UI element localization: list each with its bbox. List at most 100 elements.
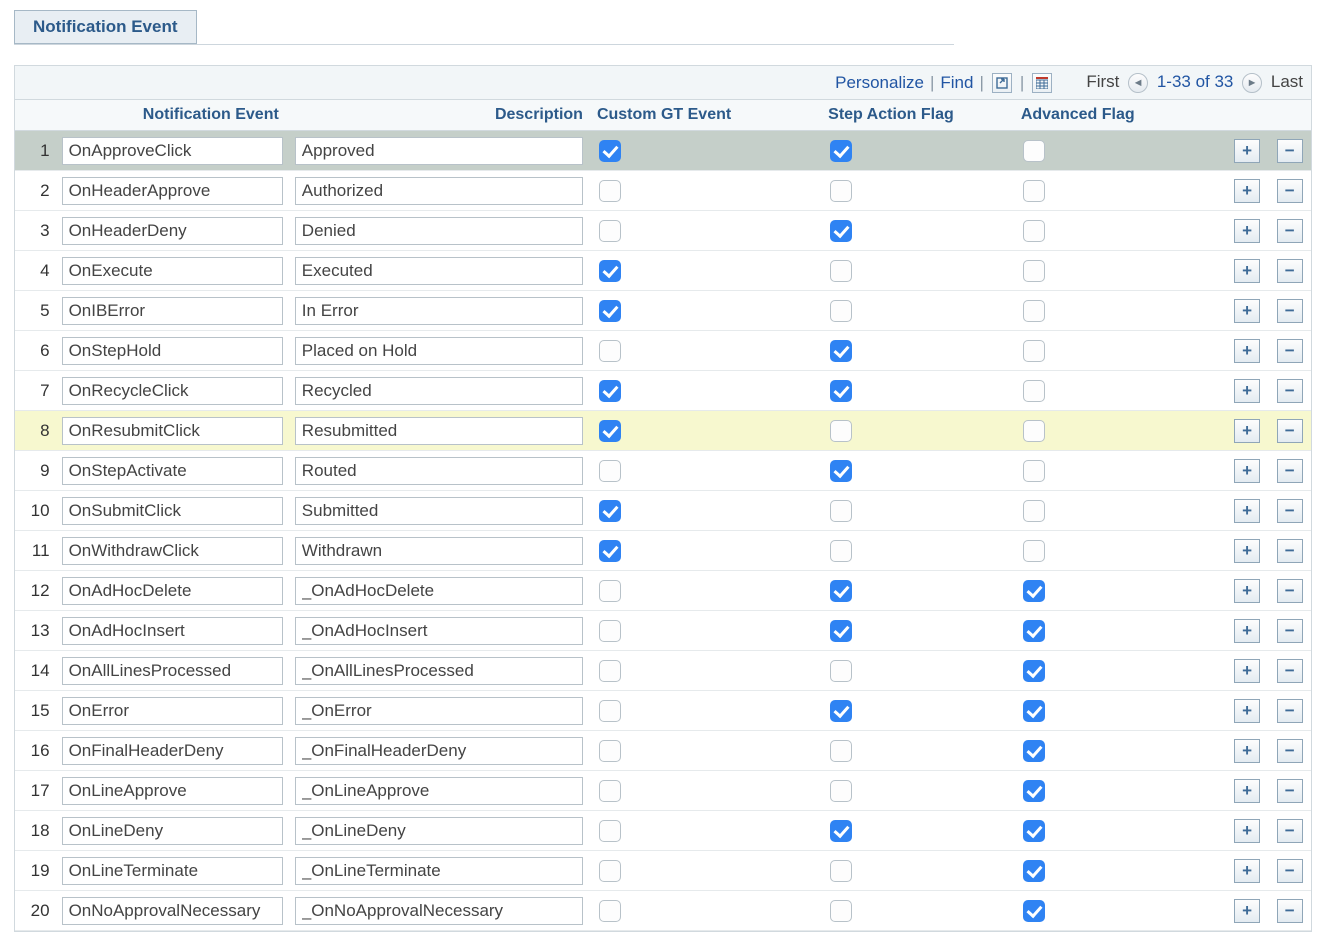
- step-action-checkbox[interactable]: [830, 260, 852, 282]
- custom-gt-checkbox[interactable]: [599, 420, 621, 442]
- description-input[interactable]: [295, 377, 583, 405]
- description-input[interactable]: [295, 817, 583, 845]
- custom-gt-checkbox[interactable]: [599, 220, 621, 242]
- custom-gt-checkbox[interactable]: [599, 260, 621, 282]
- nav-first[interactable]: First: [1086, 72, 1119, 91]
- description-input[interactable]: [295, 497, 583, 525]
- advanced-checkbox[interactable]: [1023, 780, 1045, 802]
- description-input[interactable]: [295, 137, 583, 165]
- description-input[interactable]: [295, 217, 583, 245]
- event-input[interactable]: [62, 337, 283, 365]
- step-action-checkbox[interactable]: [830, 580, 852, 602]
- delete-row-button[interactable]: −: [1277, 739, 1303, 763]
- advanced-checkbox[interactable]: [1023, 500, 1045, 522]
- custom-gt-checkbox[interactable]: [599, 660, 621, 682]
- advanced-checkbox[interactable]: [1023, 580, 1045, 602]
- add-row-button[interactable]: +: [1234, 659, 1260, 683]
- description-input[interactable]: [295, 297, 583, 325]
- custom-gt-checkbox[interactable]: [599, 820, 621, 842]
- add-row-button[interactable]: +: [1234, 259, 1260, 283]
- event-input[interactable]: [62, 777, 283, 805]
- step-action-checkbox[interactable]: [830, 740, 852, 762]
- event-input[interactable]: [62, 577, 283, 605]
- custom-gt-checkbox[interactable]: [599, 460, 621, 482]
- delete-row-button[interactable]: −: [1277, 579, 1303, 603]
- col-step-action[interactable]: Step Action Flag: [820, 100, 1013, 131]
- add-row-button[interactable]: +: [1234, 419, 1260, 443]
- description-input[interactable]: [295, 657, 583, 685]
- custom-gt-checkbox[interactable]: [599, 500, 621, 522]
- add-row-button[interactable]: +: [1234, 499, 1260, 523]
- add-row-button[interactable]: +: [1234, 899, 1260, 923]
- delete-row-button[interactable]: −: [1277, 539, 1303, 563]
- delete-row-button[interactable]: −: [1277, 459, 1303, 483]
- add-row-button[interactable]: +: [1234, 339, 1260, 363]
- advanced-checkbox[interactable]: [1023, 700, 1045, 722]
- advanced-checkbox[interactable]: [1023, 420, 1045, 442]
- step-action-checkbox[interactable]: [830, 420, 852, 442]
- custom-gt-checkbox[interactable]: [599, 180, 621, 202]
- description-input[interactable]: [295, 177, 583, 205]
- delete-row-button[interactable]: −: [1277, 899, 1303, 923]
- delete-row-button[interactable]: −: [1277, 379, 1303, 403]
- step-action-checkbox[interactable]: [830, 780, 852, 802]
- add-row-button[interactable]: +: [1234, 699, 1260, 723]
- delete-row-button[interactable]: −: [1277, 299, 1303, 323]
- delete-row-button[interactable]: −: [1277, 859, 1303, 883]
- custom-gt-checkbox[interactable]: [599, 580, 621, 602]
- advanced-checkbox[interactable]: [1023, 260, 1045, 282]
- event-input[interactable]: [62, 657, 283, 685]
- custom-gt-checkbox[interactable]: [599, 860, 621, 882]
- add-row-button[interactable]: +: [1234, 779, 1260, 803]
- event-input[interactable]: [62, 617, 283, 645]
- event-input[interactable]: [62, 897, 283, 925]
- custom-gt-checkbox[interactable]: [599, 380, 621, 402]
- add-row-button[interactable]: +: [1234, 619, 1260, 643]
- custom-gt-checkbox[interactable]: [599, 900, 621, 922]
- description-input[interactable]: [295, 457, 583, 485]
- col-custom-gt[interactable]: Custom GT Event: [589, 100, 820, 131]
- delete-row-button[interactable]: −: [1277, 659, 1303, 683]
- advanced-checkbox[interactable]: [1023, 900, 1045, 922]
- event-input[interactable]: [62, 177, 283, 205]
- advanced-checkbox[interactable]: [1023, 820, 1045, 842]
- description-input[interactable]: [295, 777, 583, 805]
- event-input[interactable]: [62, 137, 283, 165]
- event-input[interactable]: [62, 857, 283, 885]
- custom-gt-checkbox[interactable]: [599, 300, 621, 322]
- nav-last[interactable]: Last: [1271, 72, 1303, 91]
- event-input[interactable]: [62, 737, 283, 765]
- description-input[interactable]: [295, 617, 583, 645]
- delete-row-button[interactable]: −: [1277, 619, 1303, 643]
- step-action-checkbox[interactable]: [830, 820, 852, 842]
- advanced-checkbox[interactable]: [1023, 660, 1045, 682]
- description-input[interactable]: [295, 337, 583, 365]
- step-action-checkbox[interactable]: [830, 900, 852, 922]
- step-action-checkbox[interactable]: [830, 140, 852, 162]
- delete-row-button[interactable]: −: [1277, 419, 1303, 443]
- col-advanced[interactable]: Advanced Flag: [1013, 100, 1226, 131]
- custom-gt-checkbox[interactable]: [599, 740, 621, 762]
- event-input[interactable]: [62, 537, 283, 565]
- description-input[interactable]: [295, 257, 583, 285]
- step-action-checkbox[interactable]: [830, 380, 852, 402]
- delete-row-button[interactable]: −: [1277, 819, 1303, 843]
- advanced-checkbox[interactable]: [1023, 540, 1045, 562]
- advanced-checkbox[interactable]: [1023, 300, 1045, 322]
- prev-icon[interactable]: ◄: [1128, 73, 1148, 93]
- event-input[interactable]: [62, 257, 283, 285]
- find-link[interactable]: Find: [940, 73, 973, 93]
- advanced-checkbox[interactable]: [1023, 140, 1045, 162]
- delete-row-button[interactable]: −: [1277, 179, 1303, 203]
- col-description[interactable]: Description: [289, 100, 589, 131]
- description-input[interactable]: [295, 577, 583, 605]
- advanced-checkbox[interactable]: [1023, 460, 1045, 482]
- description-input[interactable]: [295, 897, 583, 925]
- description-input[interactable]: [295, 417, 583, 445]
- event-input[interactable]: [62, 497, 283, 525]
- add-row-button[interactable]: +: [1234, 819, 1260, 843]
- custom-gt-checkbox[interactable]: [599, 540, 621, 562]
- advanced-checkbox[interactable]: [1023, 620, 1045, 642]
- add-row-button[interactable]: +: [1234, 579, 1260, 603]
- advanced-checkbox[interactable]: [1023, 860, 1045, 882]
